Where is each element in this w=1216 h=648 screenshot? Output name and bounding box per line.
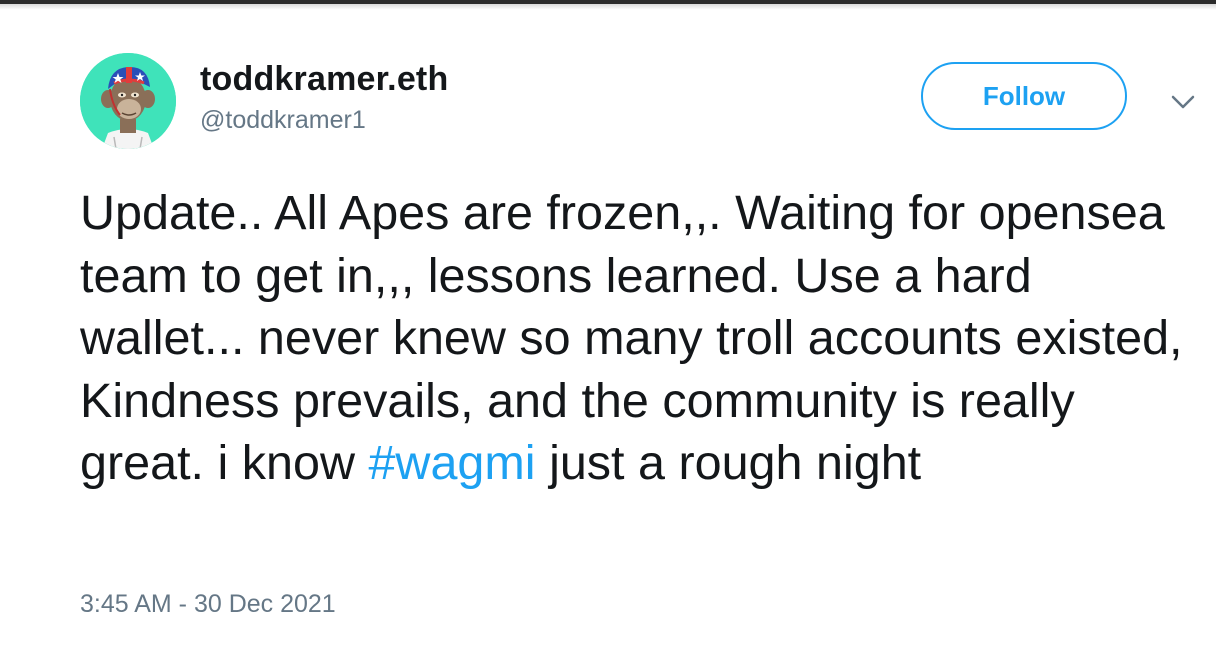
tweet-body-end: just a rough night bbox=[549, 436, 922, 490]
tweet-timestamp[interactable]: 3:45 AM - 30 Dec 2021 bbox=[80, 590, 336, 619]
follow-button[interactable]: Follow bbox=[921, 62, 1127, 130]
display-name[interactable]: toddkramer.eth bbox=[200, 60, 448, 99]
chevron-down-icon[interactable] bbox=[1168, 90, 1198, 114]
hashtag-link[interactable]: #wagmi bbox=[368, 436, 535, 490]
avatar[interactable] bbox=[80, 53, 176, 149]
top-shadow bbox=[0, 4, 1216, 10]
tweet-text: Update.. All Apes are frozen,,. Waiting … bbox=[80, 182, 1205, 495]
user-handle[interactable]: @toddkramer1 bbox=[200, 106, 366, 135]
bored-ape-avatar-icon bbox=[80, 53, 176, 149]
